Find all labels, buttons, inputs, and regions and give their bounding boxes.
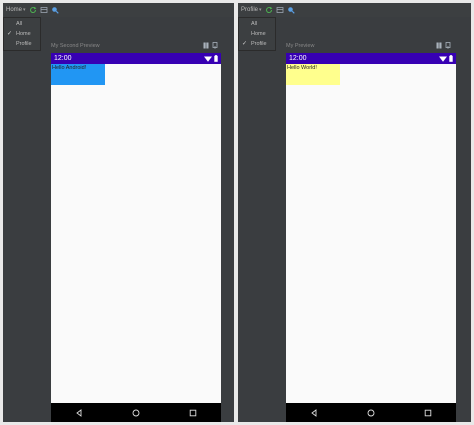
status-icons (439, 55, 453, 62)
status-icons (204, 55, 218, 62)
back-icon[interactable] (309, 408, 319, 418)
home-icon[interactable] (366, 408, 376, 418)
right-preview-actions (436, 42, 451, 49)
menu-item-label: Profile (16, 41, 32, 47)
left-nav-bar (51, 403, 221, 422)
layout-icon[interactable] (276, 6, 284, 14)
left-status-bar: 12:00 (51, 53, 221, 64)
right-app-content: Hello World! (286, 64, 456, 401)
greeting-text: Hello Android! (51, 64, 105, 85)
right-nav-bar (286, 403, 456, 422)
left-dropdown-label: Home (6, 7, 23, 13)
check-icon: ✓ (7, 31, 13, 37)
right-menu-item-home[interactable]: Home (239, 29, 275, 39)
status-time: 12:00 (289, 55, 307, 62)
right-menu-item-all[interactable]: All (239, 19, 275, 29)
left-device-frame: 12:00 Hello Android! (51, 53, 221, 422)
left-menu-item-home[interactable]: ✓ Home (4, 29, 40, 39)
right-dropdown-label: Profile (241, 7, 259, 13)
wifi-icon (204, 56, 212, 62)
right-group-dropdown[interactable]: Profile ▾ (241, 7, 262, 13)
pin-icon[interactable] (436, 42, 442, 49)
refresh-icon[interactable] (29, 6, 37, 14)
left-preview-title: My Second Preview (51, 43, 100, 49)
right-status-bar: 12:00 (286, 53, 456, 64)
status-time: 12:00 (54, 55, 72, 62)
left-group-menu: All ✓ Home Profile (3, 17, 41, 51)
left-menu-item-profile[interactable]: Profile (4, 39, 40, 49)
home-icon[interactable] (131, 408, 141, 418)
right-group-menu: All Home ✓ Profile (238, 17, 276, 51)
layout-icon[interactable] (40, 6, 48, 14)
inspect-icon[interactable] (287, 6, 295, 14)
pin-icon[interactable] (203, 42, 209, 49)
back-icon[interactable] (74, 408, 84, 418)
chevron-down-icon: ▾ (259, 7, 262, 13)
right-device-frame: 12:00 Hello World! (286, 53, 456, 422)
menu-item-label: All (251, 21, 258, 27)
deploy-icon[interactable] (445, 42, 451, 49)
menu-item-label: Profile (251, 41, 267, 47)
battery-icon (449, 55, 453, 62)
right-preview-pane: Profile ▾ All Home ✓ Profile My Preview … (238, 3, 471, 422)
right-toolbar: Profile ▾ (238, 3, 471, 17)
recents-icon[interactable] (423, 408, 433, 418)
right-preview-title: My Preview (286, 43, 315, 49)
left-preview-actions (203, 42, 218, 49)
refresh-icon[interactable] (265, 6, 273, 14)
left-menu-item-all[interactable]: All (4, 19, 40, 29)
left-app-content: Hello Android! (51, 64, 221, 401)
battery-icon (214, 55, 218, 62)
menu-item-label: All (16, 21, 23, 27)
inspect-icon[interactable] (51, 6, 59, 14)
wifi-icon (439, 56, 447, 62)
greeting-text: Hello World! (286, 64, 340, 85)
recents-icon[interactable] (188, 408, 198, 418)
chevron-down-icon: ▾ (23, 7, 26, 13)
deploy-icon[interactable] (212, 42, 218, 49)
right-menu-item-profile[interactable]: ✓ Profile (239, 39, 275, 49)
menu-item-label: Home (16, 31, 31, 37)
menu-item-label: Home (251, 31, 266, 37)
check-icon: ✓ (242, 41, 248, 47)
left-group-dropdown[interactable]: Home ▾ (6, 7, 26, 13)
left-toolbar: Home ▾ (3, 3, 234, 17)
left-preview-pane: Home ▾ All ✓ Home Profile My Second Prev… (3, 3, 234, 422)
